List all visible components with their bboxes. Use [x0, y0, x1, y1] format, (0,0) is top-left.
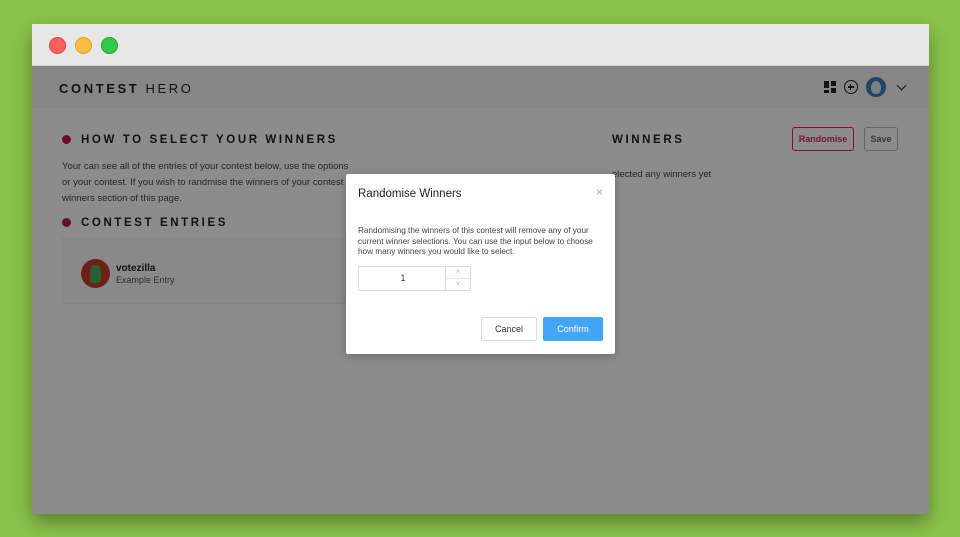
increment-arrow-icon[interactable]: ˄	[446, 267, 470, 279]
dialog-description: Randomising the winners of this contest …	[358, 226, 593, 256]
confirm-button[interactable]: Confirm	[543, 317, 603, 341]
winner-count-stepper: 1 ˄ ˅	[358, 266, 471, 291]
browser-window: CONTEST HERO HOW TO SELECT YOUR WINNERS …	[32, 24, 929, 514]
close-icon[interactable]: ×	[596, 185, 603, 199]
maximize-window-button[interactable]	[101, 37, 118, 54]
minimize-window-button[interactable]	[75, 37, 92, 54]
window-titlebar	[32, 24, 929, 66]
stepper-controls: ˄ ˅	[445, 267, 470, 290]
randomise-winners-dialog: Randomise Winners × Randomising the winn…	[346, 174, 615, 354]
dialog-title: Randomise Winners	[358, 188, 462, 200]
close-window-button[interactable]	[49, 37, 66, 54]
app-content: CONTEST HERO HOW TO SELECT YOUR WINNERS …	[32, 66, 929, 514]
decrement-arrow-icon[interactable]: ˅	[446, 279, 470, 291]
cancel-button[interactable]: Cancel	[481, 317, 537, 341]
winner-count-input[interactable]: 1	[359, 267, 447, 290]
